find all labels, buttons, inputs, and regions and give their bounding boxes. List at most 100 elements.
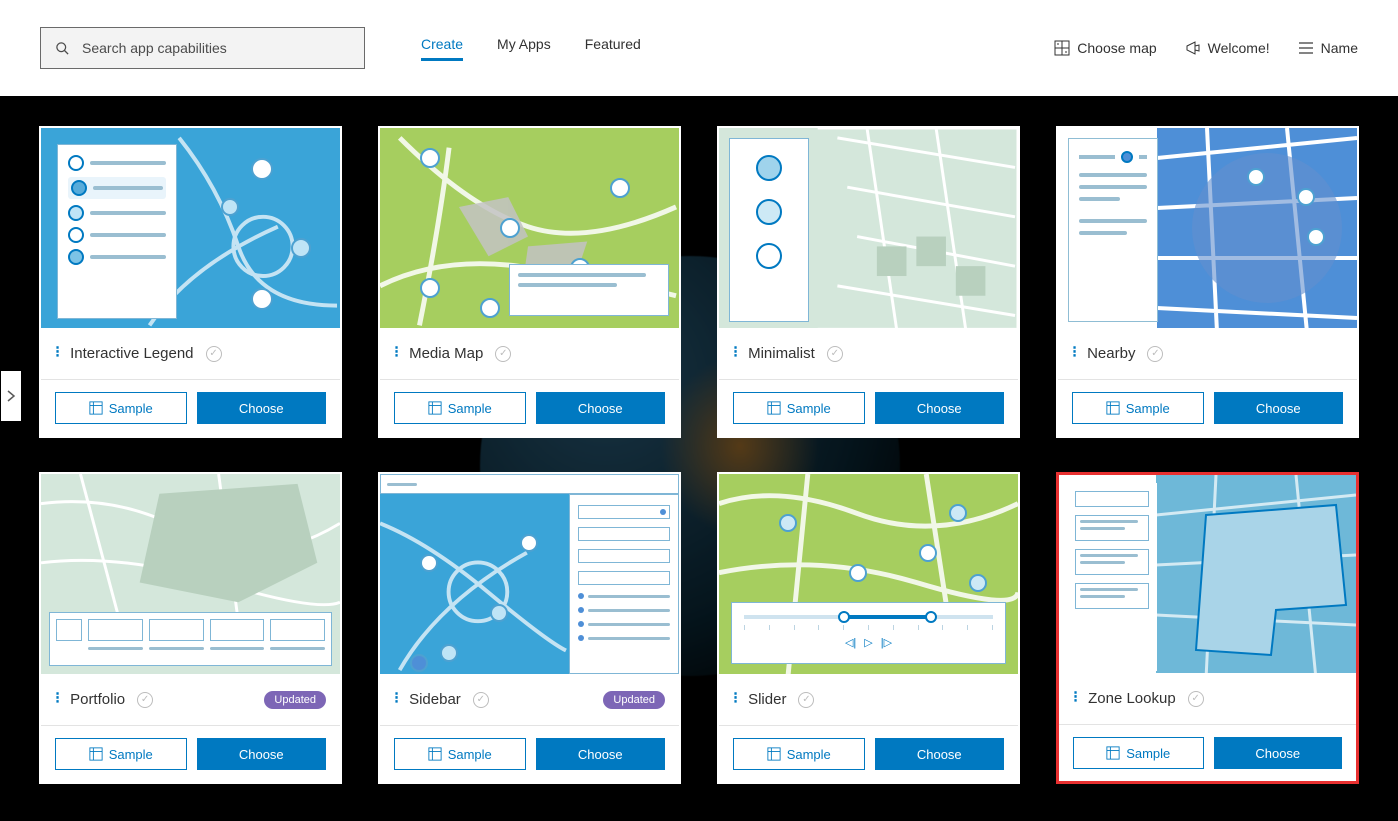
check-icon: ✓	[827, 346, 843, 362]
name-label: Name	[1321, 40, 1358, 56]
card-title: Slider	[748, 691, 786, 708]
welcome-label: Welcome!	[1208, 40, 1270, 56]
check-icon: ✓	[495, 346, 511, 362]
sample-icon	[428, 747, 442, 761]
check-icon: ✓	[473, 692, 489, 708]
card-title: Portfolio	[70, 691, 125, 708]
card-title: Minimalist	[748, 345, 815, 362]
sample-button[interactable]: Sample	[55, 392, 187, 424]
thumb-sidebar	[380, 474, 679, 674]
card-menu-icon[interactable]: ⁝	[1073, 695, 1078, 701]
card-menu-icon[interactable]: ⁝	[55, 350, 60, 356]
search-input[interactable]	[82, 40, 350, 56]
slider-play-icon: ▷	[864, 636, 872, 649]
choose-button[interactable]: Choose	[875, 392, 1005, 424]
sample-icon	[767, 401, 781, 415]
sample-icon	[89, 401, 103, 415]
card-sidebar: ⁝ Sidebar ✓ Updated Sample Choose	[378, 472, 681, 784]
choose-button[interactable]: Choose	[1214, 392, 1344, 424]
card-titlebar: ⁝ Interactive Legend ✓	[41, 328, 340, 380]
list-icon	[1298, 40, 1314, 56]
card-titlebar: ⁝ Nearby ✓	[1058, 328, 1357, 380]
choose-button[interactable]: Choose	[197, 392, 327, 424]
slider-next-icon: |▷	[881, 636, 892, 649]
check-icon: ✓	[1188, 691, 1204, 707]
choose-label: Choose	[578, 747, 623, 762]
choose-button[interactable]: Choose	[875, 738, 1005, 770]
roads-decoration	[1156, 475, 1356, 673]
sample-button[interactable]: Sample	[733, 738, 865, 770]
sample-icon	[767, 747, 781, 761]
card-titlebar: ⁝ Zone Lookup ✓	[1059, 673, 1356, 725]
choose-label: Choose	[1255, 746, 1300, 761]
sample-label: Sample	[109, 401, 153, 416]
main-tabs: Create My Apps Featured	[421, 36, 641, 61]
sample-label: Sample	[448, 747, 492, 762]
card-titlebar: ⁝ Slider ✓	[719, 674, 1018, 726]
choose-label: Choose	[239, 401, 284, 416]
card-title: Zone Lookup	[1088, 690, 1176, 707]
top-navigation: Create My Apps Featured Choose map Welco…	[0, 0, 1398, 96]
card-menu-icon[interactable]: ⁝	[394, 696, 399, 702]
card-titlebar: ⁝ Portfolio ✓ Updated	[41, 674, 340, 726]
thumb-portfolio	[41, 474, 340, 674]
choose-label: Choose	[578, 401, 623, 416]
card-title: Nearby	[1087, 345, 1135, 362]
card-media-map: ⁝ Media Map ✓ Sample Choose	[378, 126, 681, 438]
updated-badge: Updated	[603, 691, 665, 709]
choose-button[interactable]: Choose	[1214, 737, 1343, 769]
thumb-minimalist	[719, 128, 1018, 328]
card-portfolio: ⁝ Portfolio ✓ Updated Sample Choose	[39, 472, 342, 784]
choose-button[interactable]: Choose	[536, 738, 666, 770]
roads-decoration	[380, 494, 569, 674]
card-titlebar: ⁝ Minimalist ✓	[719, 328, 1018, 380]
card-zone-lookup: ⁝ Zone Lookup ✓ Sample Choose	[1056, 472, 1359, 784]
choose-button[interactable]: Choose	[197, 738, 327, 770]
check-icon: ✓	[137, 692, 153, 708]
card-titlebar: ⁝ Sidebar ✓ Updated	[380, 674, 679, 726]
card-interactive-legend: ⁝ Interactive Legend ✓ Sample Choose	[39, 126, 342, 438]
thumb-interactive-legend	[41, 128, 340, 328]
tab-featured[interactable]: Featured	[585, 36, 641, 61]
card-menu-icon[interactable]: ⁝	[1072, 350, 1077, 356]
sample-button[interactable]: Sample	[1073, 737, 1204, 769]
card-title: Interactive Legend	[70, 345, 193, 362]
card-menu-icon[interactable]: ⁝	[733, 696, 738, 702]
sample-button[interactable]: Sample	[55, 738, 187, 770]
sample-button[interactable]: Sample	[394, 738, 526, 770]
right-nav: Choose map Welcome! Name	[1054, 40, 1358, 56]
sample-label: Sample	[787, 747, 831, 762]
map-icon	[1054, 40, 1070, 56]
tab-create[interactable]: Create	[421, 36, 463, 61]
thumb-media-map	[380, 128, 679, 328]
thumb-zone-lookup	[1059, 475, 1356, 673]
card-menu-icon[interactable]: ⁝	[733, 350, 738, 356]
welcome-button[interactable]: Welcome!	[1185, 40, 1270, 56]
card-nearby: ⁝ Nearby ✓ Sample Choose	[1056, 126, 1359, 438]
choose-button[interactable]: Choose	[536, 392, 666, 424]
template-grid: ⁝ Interactive Legend ✓ Sample Choose	[39, 126, 1359, 784]
check-icon: ✓	[206, 346, 222, 362]
expand-handle[interactable]	[1, 371, 21, 421]
search-box	[40, 27, 365, 69]
card-menu-icon[interactable]: ⁝	[394, 350, 399, 356]
sample-button[interactable]: Sample	[394, 392, 526, 424]
choose-label: Choose	[917, 401, 962, 416]
card-slider: ◁| ▷ |▷ ⁝ Slider ✓ Sample Choose	[717, 472, 1020, 784]
name-button[interactable]: Name	[1298, 40, 1358, 56]
sample-button[interactable]: Sample	[733, 392, 865, 424]
slider-prev-icon: ◁|	[845, 636, 856, 649]
choose-label: Choose	[917, 747, 962, 762]
card-menu-icon[interactable]: ⁝	[55, 696, 60, 702]
roads-decoration	[1157, 128, 1357, 328]
template-stage: ⁝ Interactive Legend ✓ Sample Choose	[0, 96, 1398, 821]
sample-button[interactable]: Sample	[1072, 392, 1204, 424]
sample-icon	[1106, 746, 1120, 760]
choose-map-label: Choose map	[1077, 40, 1156, 56]
choose-map-button[interactable]: Choose map	[1054, 40, 1156, 56]
search-icon	[55, 41, 70, 56]
check-icon: ✓	[798, 692, 814, 708]
card-titlebar: ⁝ Media Map ✓	[380, 328, 679, 380]
tab-myapps[interactable]: My Apps	[497, 36, 551, 61]
card-minimalist: ⁝ Minimalist ✓ Sample Choose	[717, 126, 1020, 438]
